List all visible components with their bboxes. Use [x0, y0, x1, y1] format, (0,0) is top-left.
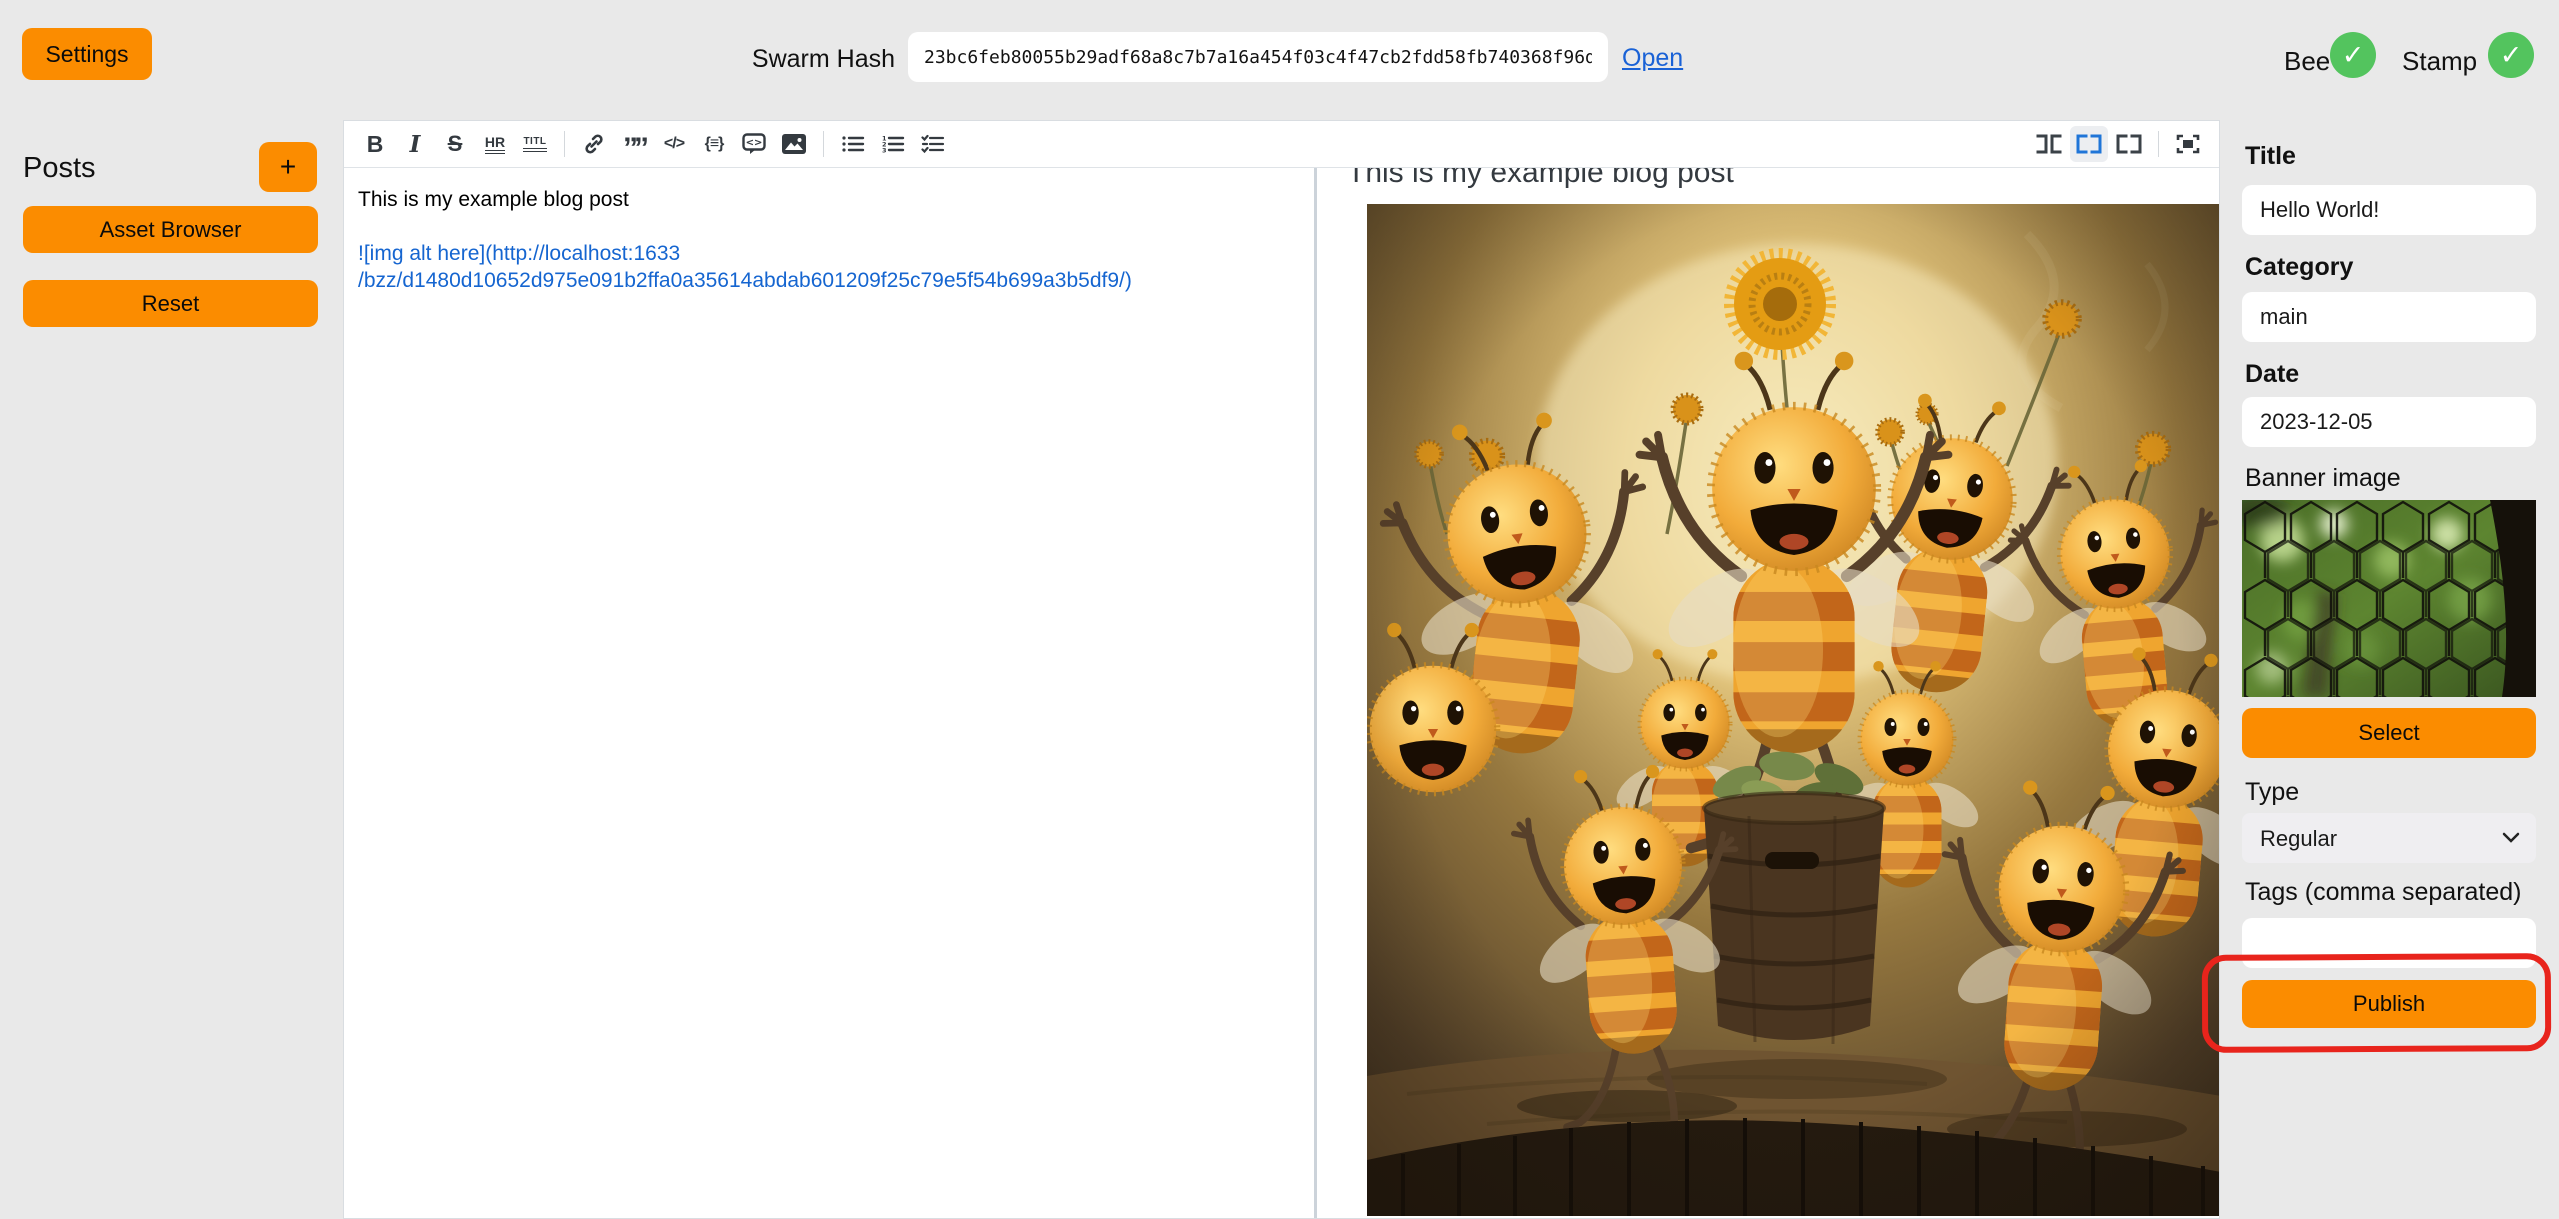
banner-image-thumbnail [2242, 500, 2536, 697]
asset-browser-button[interactable]: Asset Browser [23, 206, 318, 253]
type-select[interactable]: Regular [2242, 813, 2536, 863]
link-icon[interactable] [575, 126, 613, 162]
editor-panes: This is my example blog post ![img alt h… [344, 168, 2219, 1218]
swarm-hash-input[interactable] [908, 32, 1608, 82]
title-input[interactable] [2242, 185, 2536, 235]
category-label: Category [2245, 253, 2353, 282]
editor-image-markdown-line1: ![img alt here](http://localhost:1633 [358, 240, 1294, 267]
posts-heading: Posts [23, 152, 96, 185]
check-glyph: ✓ [2500, 40, 2523, 71]
task-list-icon[interactable] [914, 126, 952, 162]
code-block-icon[interactable]: {≡} [695, 126, 733, 162]
editor-toolbar: B I S HR TITL ”” </> {≡} <> [344, 121, 2219, 168]
horizontal-rule-icon[interactable]: HR [476, 126, 514, 162]
app: Settings Swarm Hash Open Bee ✓ Stamp ✓ P… [0, 0, 2559, 1219]
toolbar-separator [2158, 131, 2159, 157]
editor-line: This is my example blog post [358, 186, 1294, 213]
italic-icon[interactable]: I [396, 126, 434, 162]
editor-container: B I S HR TITL ”” </> {≡} <> [343, 120, 2220, 1219]
post-image [1367, 204, 2219, 1216]
stamp-status-check-icon: ✓ [2488, 32, 2534, 78]
swarm-hash-label: Swarm Hash [700, 45, 895, 74]
fullscreen-icon[interactable] [2169, 126, 2207, 162]
toolbar-separator [823, 131, 824, 157]
ordered-list-icon[interactable]: 1 2 3 [874, 126, 912, 162]
code-icon[interactable]: </> [655, 126, 693, 162]
layout-split-icon[interactable] [2070, 126, 2108, 162]
layout-editor-icon[interactable] [2030, 126, 2068, 162]
layout-preview-icon[interactable] [2110, 126, 2148, 162]
date-label: Date [2245, 360, 2299, 389]
editor-image-markdown-line2: /bzz/d1480d10652d975e091b2ffa0a35614abda… [358, 267, 1294, 294]
tags-label: Tags (comma separated) [2245, 878, 2522, 907]
bold-icon[interactable]: B [356, 126, 394, 162]
reset-button[interactable]: Reset [23, 280, 318, 327]
date-input[interactable] [2242, 397, 2536, 447]
tags-input[interactable] [2242, 918, 2536, 968]
bee-status-label: Bee [2284, 46, 2330, 77]
check-glyph: ✓ [2342, 40, 2365, 71]
open-link[interactable]: Open [1622, 44, 1683, 73]
toolbar-view-controls [2030, 126, 2207, 162]
quote-icon[interactable]: ”” [615, 126, 653, 162]
markdown-editor[interactable]: This is my example blog post ![img alt h… [344, 168, 1317, 1218]
title-icon[interactable]: TITL [516, 126, 554, 162]
banner-image-label: Banner image [2245, 464, 2401, 493]
preview-pane[interactable]: This is my example blog post [1317, 168, 2219, 1218]
stamp-status-label: Stamp [2402, 46, 2477, 77]
svg-text:<>: <> [746, 138, 763, 149]
add-post-button[interactable]: + [259, 142, 317, 192]
type-label: Type [2245, 778, 2299, 807]
publish-button[interactable]: Publish [2242, 980, 2536, 1028]
strikethrough-icon[interactable]: S [436, 126, 474, 162]
category-input[interactable] [2242, 292, 2536, 342]
image-icon[interactable] [775, 126, 813, 162]
svg-text:3: 3 [882, 147, 887, 155]
unordered-list-icon[interactable] [834, 126, 872, 162]
toolbar-separator [564, 131, 565, 157]
post-settings-panel: Title Category Date Banner image [2220, 120, 2559, 1219]
preview-heading: This is my example blog post [1347, 168, 2219, 192]
bee-status-check-icon: ✓ [2330, 32, 2376, 78]
select-banner-button[interactable]: Select [2242, 708, 2536, 758]
title-label: Title [2245, 142, 2296, 171]
comment-code-icon[interactable]: <> [735, 126, 773, 162]
settings-button[interactable]: Settings [22, 28, 152, 80]
